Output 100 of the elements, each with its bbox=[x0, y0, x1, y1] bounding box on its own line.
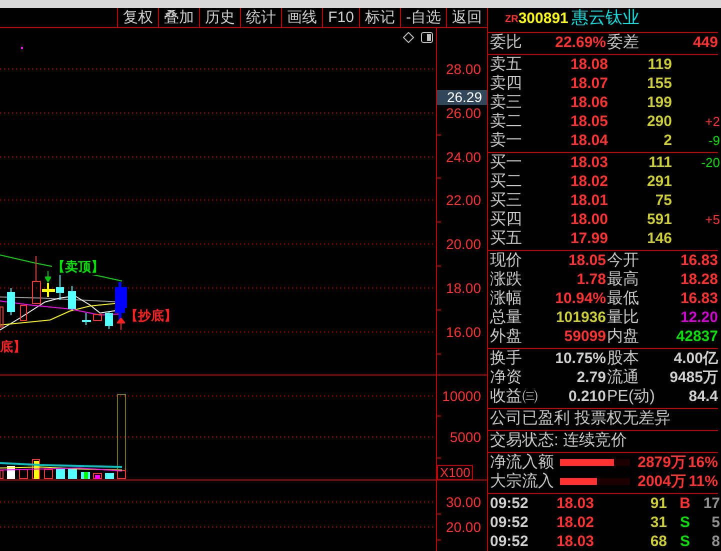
toolbar-button[interactable]: 复权 bbox=[117, 8, 158, 28]
axis-label: 18.00 bbox=[446, 280, 481, 296]
field-value: 9485万 bbox=[670, 368, 718, 387]
axis-label: 28.00 bbox=[446, 61, 481, 77]
field-label: 现价 bbox=[490, 251, 522, 270]
order-volume: 591 bbox=[646, 210, 672, 229]
notice-text: 公司已盈利 投票权无差异 bbox=[489, 409, 672, 428]
order-price: 17.99 bbox=[570, 229, 608, 248]
flow-percent: 16% bbox=[686, 453, 718, 472]
volume-bar bbox=[56, 468, 65, 479]
axis-label: 10000 bbox=[442, 388, 481, 404]
order-volume: 291 bbox=[646, 172, 672, 191]
axis-label: 30.00 bbox=[446, 494, 481, 510]
order-level-label: 买五 bbox=[490, 229, 522, 248]
field-value: 0.210 bbox=[568, 387, 606, 406]
order-price: 18.01 bbox=[570, 191, 608, 210]
axis-label: 20.00 bbox=[446, 236, 481, 252]
trade-side: S bbox=[678, 513, 691, 532]
stock-code: 300891 bbox=[518, 10, 568, 28]
trade-volume: 68 bbox=[649, 532, 667, 551]
toolbar-button[interactable]: 历史 bbox=[199, 8, 240, 28]
toolbar-button[interactable]: F10 bbox=[322, 8, 359, 28]
field-label: PE(动) bbox=[607, 387, 655, 406]
field-value: 18.05 bbox=[568, 251, 606, 270]
order-volume: 2 bbox=[662, 131, 672, 150]
trade-volume: 91 bbox=[649, 494, 667, 513]
toolbar-button[interactable]: 返回 bbox=[446, 8, 487, 28]
trade-side: B bbox=[678, 494, 692, 513]
diamond-icon[interactable] bbox=[403, 32, 414, 43]
flow-label: 大宗流入 bbox=[490, 472, 555, 491]
field-label: 最低 bbox=[607, 289, 639, 308]
axis-label: 26.00 bbox=[446, 104, 481, 121]
field-value: 84.4 bbox=[688, 387, 718, 406]
order-level-label: 买三 bbox=[490, 191, 522, 210]
field-value: 22.69% bbox=[555, 33, 606, 52]
order-price: 18.05 bbox=[570, 112, 608, 131]
trade-volume: 31 bbox=[649, 513, 667, 532]
trade-status: 交易状态: 连续竞价 bbox=[489, 431, 628, 450]
field-label: 股本 bbox=[607, 349, 639, 368]
field-value: 59099 bbox=[564, 327, 606, 346]
field-label: 涨幅 bbox=[490, 289, 522, 308]
field-value: 18.28 bbox=[680, 270, 718, 289]
field-label: 最高 bbox=[607, 270, 639, 289]
order-volume: 111 bbox=[648, 153, 672, 172]
trade-time: 09:52 bbox=[490, 494, 528, 513]
order-price: 18.03 bbox=[570, 153, 608, 172]
order-level-label: 卖二 bbox=[490, 112, 522, 131]
flow-amount: 2879万 bbox=[636, 453, 686, 472]
volume-bar bbox=[93, 473, 102, 479]
volume-bar bbox=[81, 472, 90, 479]
volume-bar bbox=[68, 469, 77, 479]
trade-side: S bbox=[678, 532, 691, 551]
order-level-label: 卖三 bbox=[490, 93, 522, 112]
field-label: 今开 bbox=[607, 251, 639, 270]
candlestick bbox=[68, 286, 76, 310]
volume-bar bbox=[32, 459, 40, 479]
order-volume: 75 bbox=[654, 191, 672, 210]
trade-time: 09:52 bbox=[490, 513, 528, 532]
order-volume: 119 bbox=[646, 55, 672, 74]
field-label: 外盘 bbox=[490, 327, 522, 346]
field-label: 收益㈢ bbox=[490, 387, 538, 406]
up-arrow-icon bbox=[117, 318, 125, 330]
down-arrow-icon bbox=[45, 271, 51, 283]
candlestick bbox=[93, 314, 102, 321]
order-price: 18.02 bbox=[570, 172, 608, 191]
order-level-label: 买四 bbox=[490, 210, 522, 229]
axis-label: 24.00 bbox=[446, 148, 481, 165]
order-volume: 146 bbox=[646, 229, 672, 248]
field-label: 内盘 bbox=[607, 327, 639, 346]
toolbar-button[interactable]: 统计 bbox=[240, 8, 282, 28]
volume-bar bbox=[117, 470, 126, 479]
field-value: 42837 bbox=[676, 327, 718, 346]
toolbar-button[interactable]: 画线 bbox=[281, 8, 322, 28]
order-price: 18.00 bbox=[570, 210, 608, 229]
field-value: 1.78 bbox=[576, 270, 606, 289]
order-price: 18.08 bbox=[570, 55, 608, 74]
field-label: 委差 bbox=[607, 33, 639, 52]
current-price-tag: 26.29 bbox=[437, 90, 487, 105]
candlestick bbox=[7, 288, 15, 316]
trade-price: 18.02 bbox=[556, 513, 595, 532]
trade-count: 5 bbox=[710, 513, 720, 532]
order-change: -20 bbox=[700, 154, 720, 172]
order-level-label: 卖四 bbox=[490, 74, 522, 93]
axis-label: 16.00 bbox=[446, 324, 481, 340]
field-value: 16.83 bbox=[680, 251, 718, 270]
panel-toggle-icon[interactable] bbox=[421, 32, 433, 43]
flow-percent: 11% bbox=[688, 472, 718, 491]
field-label: 量比 bbox=[607, 308, 639, 327]
order-level-label: 卖一 bbox=[490, 131, 522, 150]
toolbar-button[interactable]: -自选 bbox=[400, 8, 446, 28]
flow-amount: 2004万 bbox=[636, 472, 686, 491]
trade-price: 18.03 bbox=[556, 532, 595, 551]
field-label: 流通 bbox=[607, 368, 639, 387]
toolbar-button[interactable]: 标记 bbox=[359, 8, 400, 28]
candlestick bbox=[0, 306, 4, 328]
toolbar-button[interactable]: 叠加 bbox=[158, 8, 200, 28]
axis-unit-label: X100 bbox=[437, 465, 474, 480]
field-label: 净资 bbox=[490, 368, 522, 387]
field-value: 101936 bbox=[556, 308, 606, 327]
field-value: 2.79 bbox=[576, 368, 606, 387]
